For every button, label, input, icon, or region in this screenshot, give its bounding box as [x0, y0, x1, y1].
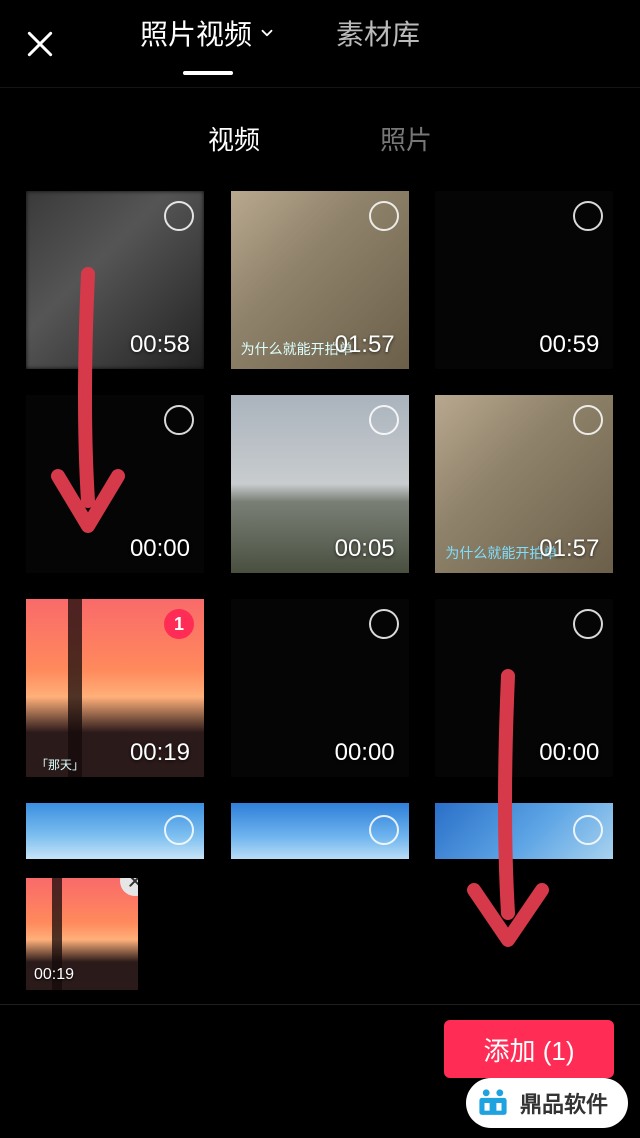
close-icon — [24, 28, 56, 60]
video-thumb[interactable]: 为什么就能开拍单 01:57 — [231, 191, 409, 369]
select-circle-selected[interactable]: 1 — [164, 609, 194, 639]
video-thumb[interactable]: 00:00 — [231, 599, 409, 777]
select-circle[interactable] — [369, 815, 399, 845]
watermark: 鼎品软件 — [466, 1078, 628, 1128]
watermark-text: 鼎品软件 — [520, 1087, 608, 1119]
subtabs: 视频 照片 — [0, 88, 640, 181]
select-circle[interactable] — [369, 609, 399, 639]
tab-photos-videos[interactable]: 照片视频 — [140, 13, 276, 75]
duration-label: 00:00 — [130, 535, 190, 563]
duration-label: 00:58 — [130, 331, 190, 359]
select-circle[interactable] — [369, 405, 399, 435]
duration-label: 00:19 — [34, 966, 74, 984]
close-icon — [127, 878, 138, 889]
watermark-logo-icon — [476, 1086, 510, 1120]
selected-thumb[interactable]: 00:19 — [26, 878, 138, 990]
pole-shape — [68, 599, 82, 777]
annotation-arrow — [48, 266, 128, 561]
duration-label: 01:57 — [335, 331, 395, 359]
video-thumb[interactable] — [231, 803, 409, 859]
subtab-photo[interactable]: 照片 — [380, 120, 432, 157]
duration-label: 01:57 — [539, 535, 599, 563]
close-button[interactable] — [20, 24, 60, 64]
duration-label: 00:05 — [335, 535, 395, 563]
select-circle[interactable] — [164, 201, 194, 231]
header-tabs: 照片视频 素材库 — [140, 13, 420, 75]
video-thumb[interactable]: 00:05 — [231, 395, 409, 573]
subtab-video[interactable]: 视频 — [208, 120, 260, 157]
select-circle[interactable] — [164, 405, 194, 435]
add-button[interactable]: 添加 (1) — [444, 1020, 614, 1078]
annotation-arrow — [458, 668, 558, 973]
tab-label: 素材库 — [336, 13, 420, 53]
duration-label: 00:19 — [130, 739, 190, 767]
video-thumb[interactable]: 00:59 — [435, 191, 613, 369]
add-button-label: 添加 (1) — [483, 1031, 574, 1068]
selected-index: 1 — [174, 614, 184, 635]
video-thumb[interactable] — [26, 803, 204, 859]
select-circle[interactable] — [369, 201, 399, 231]
duration-label: 00:59 — [539, 331, 599, 359]
header: 照片视频 素材库 — [0, 0, 640, 88]
divider — [0, 1004, 640, 1005]
select-circle[interactable] — [164, 815, 194, 845]
tab-label: 照片视频 — [140, 13, 252, 53]
duration-label: 00:00 — [335, 739, 395, 767]
chevron-down-icon — [258, 24, 276, 42]
video-thumb[interactable]: 为什么就能开拍单 01:57 — [435, 395, 613, 573]
tab-library[interactable]: 素材库 — [336, 13, 420, 75]
video-thumb[interactable]: 1 「那天」 00:19 — [26, 599, 204, 777]
